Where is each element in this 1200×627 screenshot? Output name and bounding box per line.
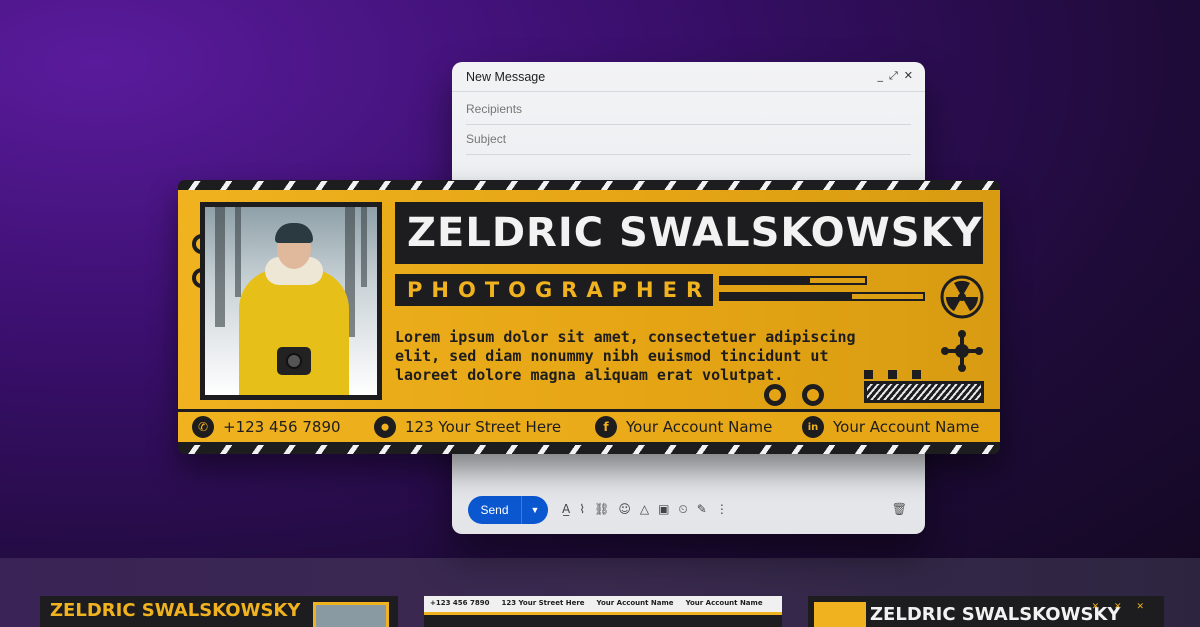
- thumbnail-linkedin: Your Account Name: [685, 599, 763, 607]
- hatch-bar: [864, 381, 984, 403]
- profile-photo: [200, 202, 382, 400]
- minimize-icon[interactable]: _: [877, 69, 883, 83]
- facebook-text: Your Account Name: [626, 418, 773, 436]
- email-signature: ZELDRIC SWALSKOWSKY PHOTOGRAPHER Lorem i…: [178, 180, 1000, 454]
- more-icon[interactable]: ⋮: [716, 502, 728, 517]
- facebook-icon: f: [595, 416, 617, 438]
- whatsapp-icon: ✆: [192, 416, 214, 438]
- pen-icon[interactable]: ✎: [697, 502, 707, 517]
- compose-toolbar: A̲ ⌇ ⛓ ☺ △ ▣ ⏲ ✎ ⋮: [562, 502, 728, 517]
- thumbnail-accent-block: [814, 602, 866, 627]
- thumbnail-variant-2[interactable]: +123 456 7890 123 Your Street Here Your …: [424, 596, 782, 627]
- lock-clock-icon[interactable]: ⏲: [678, 502, 687, 517]
- format-text-icon[interactable]: A̲: [562, 502, 570, 517]
- thumbnail-photo: [313, 602, 389, 627]
- thumbnail-name: ZELDRIC SWALSKOWSKY: [50, 600, 301, 621]
- camera: [277, 347, 311, 375]
- thumbnail-variant-1[interactable]: ZELDRIC SWALSKOWSKY: [40, 596, 398, 627]
- decor-square: [864, 370, 873, 379]
- bottom-stripes: [178, 445, 1000, 454]
- person-jacket: [239, 269, 349, 395]
- attach-icon[interactable]: ⌇: [579, 502, 585, 517]
- thumbnail-body: [424, 612, 782, 627]
- signature-description: Lorem ipsum dolor sit amet, consectetuer…: [395, 328, 856, 384]
- top-stripes: [178, 181, 1000, 190]
- thumbnail-name: ZELDRIC SWALSKOWSKY: [870, 604, 1121, 625]
- contact-linkedin[interactable]: in Your Account Name: [802, 412, 979, 442]
- trash-icon[interactable]: 🗑: [892, 502, 907, 516]
- contact-phone[interactable]: ✆ +123 456 7890: [192, 412, 341, 442]
- photo-image: [205, 207, 377, 395]
- send-options-icon[interactable]: ▼: [522, 505, 548, 515]
- decor-ring: [802, 384, 824, 406]
- close-icon[interactable]: ✕: [904, 69, 913, 83]
- person-beanie: [275, 223, 313, 243]
- window-controls: _ ⤢ ✕: [877, 69, 913, 83]
- subject-field[interactable]: Subject: [466, 132, 911, 155]
- thumbnail-facebook: Your Account Name: [596, 599, 674, 607]
- decor-square: [888, 370, 897, 379]
- send-button[interactable]: Send ▼: [468, 496, 548, 524]
- expand-icon[interactable]: ⤢: [889, 69, 898, 83]
- decor-ring: [764, 384, 786, 406]
- thumbnail-close-icons: ✕ ✕ ✕: [1091, 602, 1150, 612]
- thumbnail-address: 123 Your Street Here: [501, 599, 585, 607]
- link-icon[interactable]: ⛓: [594, 502, 609, 517]
- decor-square: [912, 370, 921, 379]
- tree: [361, 207, 367, 287]
- contact-bar: ✆ +123 456 7890 ⬤ 123 Your Street Here f…: [178, 412, 1000, 442]
- signature-body: ZELDRIC SWALSKOWSKY PHOTOGRAPHER Lorem i…: [178, 190, 1000, 409]
- signature-role: PHOTOGRAPHER: [395, 274, 713, 306]
- recipients-field[interactable]: Recipients: [466, 102, 911, 125]
- tree: [215, 207, 225, 327]
- radiation-icon: [940, 275, 984, 319]
- linkedin-icon: in: [802, 416, 824, 438]
- contact-facebook[interactable]: f Your Account Name: [595, 412, 772, 442]
- send-label[interactable]: Send: [468, 496, 522, 524]
- location-icon: ⬤: [374, 416, 396, 438]
- contact-address[interactable]: ⬤ 123 Your Street Here: [374, 412, 561, 442]
- thumbnail-phone: +123 456 7890: [430, 599, 490, 607]
- drive-icon[interactable]: △: [640, 502, 649, 517]
- linkedin-text: Your Account Name: [833, 418, 980, 436]
- progress-bar-1: [719, 276, 867, 285]
- email-title: New Message: [466, 70, 546, 84]
- signature-name: ZELDRIC SWALSKOWSKY: [395, 202, 983, 264]
- thumbnail-variant-3[interactable]: ZELDRIC SWALSKOWSKY ✕ ✕ ✕: [808, 596, 1164, 627]
- image-icon[interactable]: ▣: [658, 502, 669, 517]
- progress-bar-2: [719, 292, 925, 301]
- header-divider: [452, 91, 925, 92]
- phone-text: +123 456 7890: [223, 418, 341, 436]
- thumbnail-contacts: +123 456 7890 123 Your Street Here Your …: [430, 599, 763, 607]
- emoji-icon[interactable]: ☺: [618, 502, 631, 517]
- network-icon: [941, 330, 983, 372]
- tree: [235, 207, 241, 297]
- address-text: 123 Your Street Here: [405, 418, 562, 436]
